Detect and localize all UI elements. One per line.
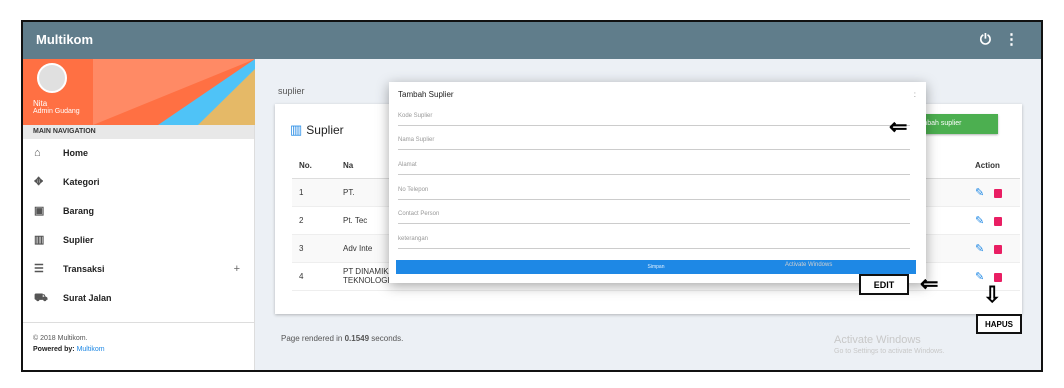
kode-suplier-input[interactable]: Kode Suplier <box>398 108 910 126</box>
edit-icon[interactable]: ✎ <box>975 270 984 283</box>
sidebar-footer: © 2018 Multikom. Powered by: Multikom <box>23 322 255 355</box>
copyright-text: © 2018 Multikom. <box>33 335 88 342</box>
building-icon: ▥ <box>34 234 45 246</box>
sidebar-item-label: Barang <box>63 206 95 216</box>
modal-watermark: Activate Windows <box>785 262 833 268</box>
card-title: ▥ Suplier <box>290 122 344 137</box>
edit-icon[interactable]: ✎ <box>975 186 984 199</box>
expand-icon[interactable]: + <box>234 263 240 275</box>
user-profile: Nita Admin Gudang <box>23 59 255 125</box>
sidebar-item-surat-jalan[interactable]: ⛟ Surat Jalan <box>23 284 254 313</box>
profile-role: Admin Gudang <box>33 108 80 115</box>
delete-icon[interactable] <box>994 188 1003 198</box>
column-header: No. <box>292 154 336 179</box>
keterangan-input[interactable]: keterangan <box>398 231 910 249</box>
sidebar: Nita Admin Gudang MAIN NAVIGATION ⌂ Home… <box>23 59 255 370</box>
sidebar-item-label: Kategori <box>63 177 100 187</box>
tambah-suplier-modal: Tambah Suplier : Kode Suplier Nama Supli… <box>389 82 926 283</box>
save-button[interactable]: Simpan <box>396 260 916 274</box>
top-navbar: Multikom ⏻ ⋮ <box>23 22 1041 59</box>
sidebar-item-home[interactable]: ⌂ Home <box>23 139 254 168</box>
home-icon: ⌂ <box>34 147 41 159</box>
delete-icon[interactable] <box>994 216 1003 226</box>
sidebar-item-label: Suplier <box>63 235 94 245</box>
edit-icon[interactable]: ✎ <box>975 242 984 255</box>
nama-suplier-input[interactable]: Nama Suplier <box>398 132 910 150</box>
more-vert-icon[interactable]: ⋮ <box>1004 30 1019 48</box>
sidebar-item-transaksi[interactable]: ☰ Transaksi + <box>23 255 254 284</box>
alamat-input[interactable]: Alamat <box>398 157 910 175</box>
modal-title: Tambah Suplier <box>398 90 454 99</box>
list-icon: ☰ <box>34 263 44 275</box>
power-icon[interactable]: ⏻ <box>980 31 991 48</box>
breadcrumb: suplier <box>278 86 305 96</box>
box-icon: ▣ <box>34 205 45 217</box>
nav-heading: MAIN NAVIGATION <box>23 125 254 139</box>
more-vert-icon[interactable]: : <box>914 90 916 99</box>
windows-watermark-title: Activate Windows <box>834 334 921 346</box>
delete-icon[interactable] <box>994 272 1003 282</box>
powered-by: Powered by: Multikom <box>33 346 105 353</box>
arrow-left-icon: ⇐ <box>889 114 908 139</box>
no-telepon-input[interactable]: No Telepon <box>398 182 910 200</box>
arrow-left-icon: ⇐ <box>920 271 939 296</box>
render-time-text: Page rendered in 0.1549 seconds. <box>281 334 404 343</box>
hapus-callout: HAPUS <box>976 314 1022 334</box>
profile-name: Nita <box>33 99 48 108</box>
edit-icon[interactable]: ✎ <box>975 214 984 227</box>
app-title[interactable]: Multikom <box>36 32 93 47</box>
powered-by-link[interactable]: Multikom <box>77 346 105 353</box>
sidebar-item-barang[interactable]: ▣ Barang <box>23 197 254 226</box>
column-header: Action <box>968 154 1020 179</box>
edit-callout: EDIT <box>859 274 909 295</box>
screenshot-frame: Multikom ⏻ ⋮ Nita Admin Gudang MAIN NAVI… <box>21 20 1043 372</box>
puzzle-icon: ✥ <box>34 176 44 188</box>
delete-icon[interactable] <box>994 244 1003 254</box>
truck-icon: ⛟ <box>34 292 48 304</box>
contact-person-input[interactable]: Contact Person <box>398 206 910 224</box>
arrow-down-icon: ⇩ <box>983 282 1002 307</box>
sidebar-item-label: Home <box>63 148 89 158</box>
windows-watermark-subtitle: Go to Settings to activate Windows. <box>834 348 945 355</box>
sidebar-item-label: Surat Jalan <box>63 293 112 303</box>
building-icon: ▥ <box>290 122 303 137</box>
avatar[interactable] <box>37 63 67 93</box>
sidebar-item-suplier[interactable]: ▥ Suplier <box>23 226 254 255</box>
sidebar-item-kategori[interactable]: ✥ Kategori <box>23 168 254 197</box>
sidebar-item-label: Transaksi <box>63 264 105 274</box>
